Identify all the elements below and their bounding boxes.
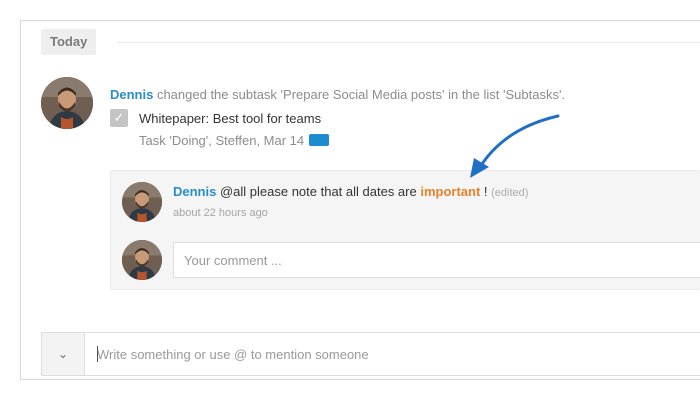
day-separator: Today: [41, 29, 700, 55]
activity-message: Dennis changed the subtask 'Prepare Soci…: [110, 87, 565, 102]
reply-avatar: [122, 240, 162, 280]
text-caret: [97, 346, 98, 362]
user-photo-icon: [122, 182, 162, 222]
subtask-checkbox[interactable]: ✓: [110, 109, 128, 127]
subtask-title[interactable]: Whitepaper: Best tool for teams: [139, 111, 321, 126]
post-composer: ⌄: [41, 332, 700, 376]
activity-feed-panel: Today Dennis changed the subtask 'Prepar…: [20, 20, 700, 380]
comment-text: Dennis @all please note that all dates a…: [173, 184, 528, 199]
edited-label: (edited): [491, 187, 529, 199]
chevron-down-icon[interactable]: ⌄: [42, 333, 85, 375]
comment-user-link[interactable]: Dennis: [173, 184, 216, 199]
activity-action-text: changed the subtask 'Prepare Social Medi…: [153, 87, 566, 102]
comment-timestamp: about 22 hours ago: [173, 207, 268, 219]
day-label: Today: [41, 29, 97, 55]
comment-thread: Dennis @all please note that all dates a…: [110, 170, 700, 290]
post-input[interactable]: [86, 333, 700, 375]
comment-avatar[interactable]: [122, 182, 162, 222]
day-divider-line: [117, 42, 700, 43]
comment-highlight: important: [420, 184, 481, 199]
comment-body: @all please note that all dates are: [216, 184, 421, 199]
comment-input[interactable]: [173, 242, 700, 278]
subtask-meta: Task 'Doing', Steffen, Mar 14: [139, 133, 330, 148]
activity-user-link[interactable]: Dennis: [110, 87, 153, 102]
user-photo-icon: [41, 77, 93, 129]
comment-body-end: !: [480, 184, 492, 199]
subtask-meta-text: Task 'Doing', Steffen, Mar 14: [139, 133, 305, 148]
user-photo-icon: [122, 240, 162, 280]
avatar[interactable]: [41, 77, 93, 129]
tag-color-chip: [309, 134, 330, 146]
